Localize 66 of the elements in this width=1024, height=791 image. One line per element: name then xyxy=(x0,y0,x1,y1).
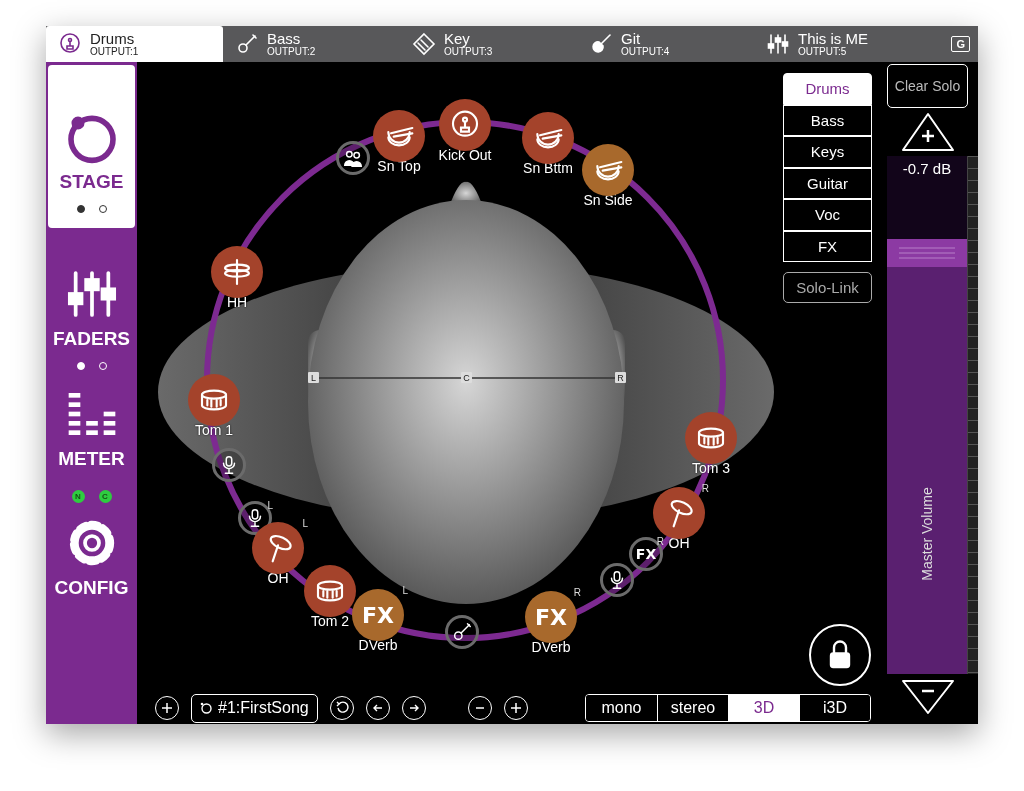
left-arrow-icon xyxy=(371,702,384,714)
source-node[interactable] xyxy=(439,99,491,151)
aux-node[interactable] xyxy=(336,141,370,175)
circle-icon xyxy=(200,702,212,714)
nav-item[interactable]: STAGE xyxy=(48,65,135,228)
channel-side-label: L xyxy=(402,585,408,596)
plus-icon xyxy=(509,702,522,714)
volume-fader[interactable]: Master Volume -0.7 dB xyxy=(887,156,967,674)
pan-marker[interactable]: C xyxy=(461,372,472,383)
source-node[interactable] xyxy=(522,112,574,164)
group-button[interactable]: Guitar xyxy=(783,167,872,199)
volume-reading: -0.7 dB xyxy=(901,160,953,177)
mode-segment[interactable]: i3D xyxy=(799,695,870,721)
node-label: HH xyxy=(226,294,248,310)
aux-node[interactable] xyxy=(445,615,479,649)
aux-node[interactable] xyxy=(600,563,634,597)
effect-label: FX xyxy=(362,602,394,628)
channel-side-label: R xyxy=(656,536,664,547)
group-button[interactable]: Bass xyxy=(783,104,872,136)
node-label: Tom 1 xyxy=(194,422,234,438)
status-led: N xyxy=(71,490,85,503)
effect-label: FX xyxy=(635,546,657,562)
plus-icon xyxy=(161,702,173,714)
output-tab[interactable]: Bass OUTPUT:2 xyxy=(223,26,400,62)
pan-marker[interactable]: R xyxy=(615,372,626,383)
master-volume-label: Master Volume xyxy=(919,487,935,581)
output-tab[interactable]: Drums OUTPUT:1 xyxy=(46,26,223,62)
mode-segment[interactable]: 3D xyxy=(728,695,799,721)
page-dot[interactable] xyxy=(76,205,85,213)
source-node[interactable] xyxy=(373,110,425,162)
aux-node[interactable] xyxy=(212,448,246,482)
keyboard-icon xyxy=(412,32,436,56)
fader-thumb[interactable] xyxy=(887,238,967,267)
hi-hat-icon xyxy=(221,256,253,288)
output-tab[interactable]: Git OUTPUT:4 xyxy=(577,26,754,62)
source-node[interactable] xyxy=(582,144,634,196)
bass-drum-icon xyxy=(58,32,82,56)
right-arrow-icon xyxy=(407,702,420,714)
node-label: Sn Bttm xyxy=(523,160,573,176)
channel-side-label: L xyxy=(302,518,308,529)
channel-side-label: L xyxy=(267,500,273,511)
node-label: Sn Top xyxy=(377,158,421,174)
clear-solo-button[interactable]: Clear Solo xyxy=(887,64,968,108)
nav-item[interactable]: CONFIG xyxy=(48,505,135,605)
output-tab[interactable]: This is ME OUTPUT:5 xyxy=(754,26,931,62)
undo-icon xyxy=(334,701,349,715)
node-label: Tom 2 xyxy=(310,613,350,629)
group-button[interactable]: Keys xyxy=(783,136,872,168)
node-label: Tom 3 xyxy=(691,460,731,476)
logo-badge[interactable]: G xyxy=(951,36,970,52)
solo-link-button[interactable]: Solo-Link xyxy=(783,272,872,303)
nav-item[interactable]: METER xyxy=(48,376,135,476)
group-button[interactable]: FX xyxy=(783,230,872,262)
song-selector[interactable]: #1:FirstSong xyxy=(191,693,318,723)
status-led: C xyxy=(98,490,112,503)
group-button[interactable]: Drums xyxy=(783,73,872,105)
source-node[interactable] xyxy=(211,246,263,298)
aux-node[interactable]: FX R xyxy=(629,537,663,571)
output-tab[interactable]: Key OUTPUT:3 xyxy=(400,26,577,62)
source-node[interactable] xyxy=(304,565,356,617)
group-button[interactable]: Voc xyxy=(783,199,872,231)
sliders-icon xyxy=(766,32,790,56)
node-label: Kick Out xyxy=(438,147,492,163)
effect-label: FX xyxy=(535,604,567,630)
pan-marker[interactable]: L xyxy=(308,372,319,383)
node-label: Sn Side xyxy=(583,192,633,208)
